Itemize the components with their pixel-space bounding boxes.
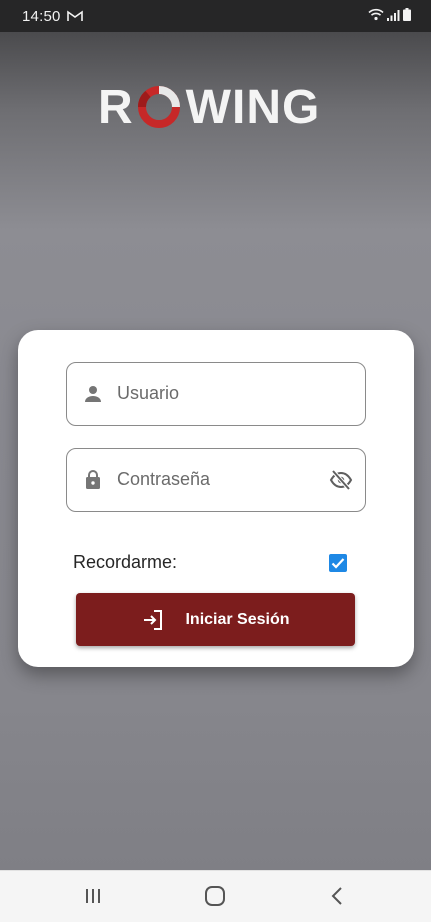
login-button[interactable]: Iniciar Sesión bbox=[76, 593, 355, 646]
back-icon[interactable] bbox=[325, 883, 351, 909]
lock-icon bbox=[86, 470, 100, 489]
gmail-icon bbox=[67, 10, 83, 21]
logo-ring-icon bbox=[137, 86, 180, 128]
app-background: 14:50 R WING Usuario Recordarme: Iniciar… bbox=[0, 0, 431, 870]
battery-icon bbox=[403, 8, 411, 21]
login-card: Recordarme: Iniciar Sesión bbox=[18, 330, 414, 667]
password-field[interactable] bbox=[66, 448, 366, 512]
logo-wing-text: WING bbox=[185, 80, 321, 134]
status-icons bbox=[368, 8, 411, 21]
navigation-bar bbox=[0, 870, 431, 922]
person-icon bbox=[85, 386, 101, 402]
login-icon bbox=[144, 609, 163, 630]
remember-me-label: Recordarme: bbox=[73, 552, 178, 572]
password-input[interactable] bbox=[117, 464, 317, 494]
check-icon bbox=[331, 558, 345, 569]
wifi-icon bbox=[368, 8, 384, 21]
signal-icon bbox=[387, 9, 400, 21]
rowing-logo: R WING bbox=[98, 78, 338, 136]
status-bar: 14:50 bbox=[0, 0, 431, 32]
remember-me-checkbox[interactable] bbox=[329, 554, 347, 572]
home-icon[interactable] bbox=[202, 883, 228, 909]
username-input[interactable] bbox=[117, 378, 317, 408]
recent-apps-icon[interactable] bbox=[80, 883, 106, 909]
status-time: 14:50 bbox=[22, 8, 61, 25]
username-field[interactable] bbox=[66, 362, 366, 426]
logo-letter-r: R bbox=[98, 80, 134, 134]
login-button-label: Iniciar Sesión bbox=[185, 610, 290, 628]
visibility-off-icon[interactable] bbox=[329, 469, 353, 491]
